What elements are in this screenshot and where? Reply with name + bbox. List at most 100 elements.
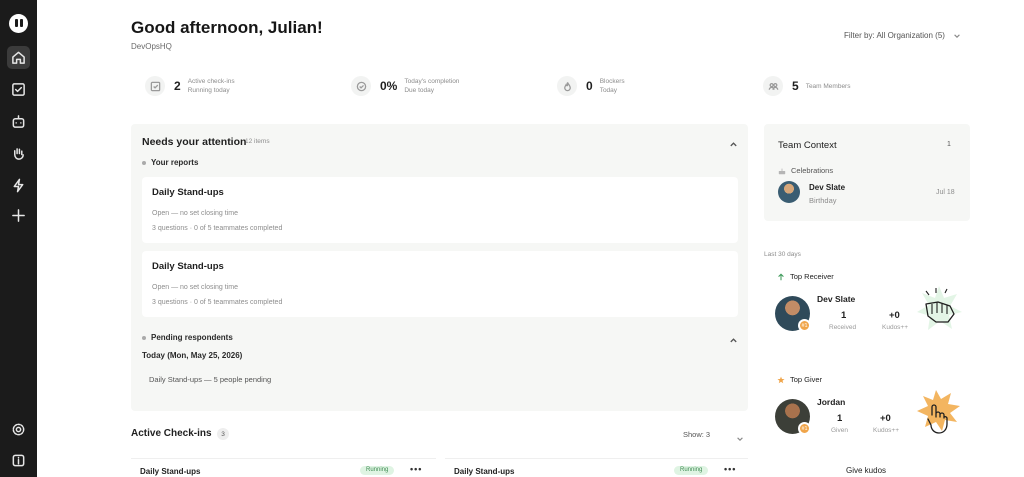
given-label: Given [831, 427, 848, 434]
receiver-name: Dev Slate [817, 294, 856, 304]
more-options-button[interactable]: ••• [724, 464, 736, 474]
team-context-title: Team Context [778, 140, 837, 151]
report-title: Daily Stand-ups [152, 261, 224, 272]
chevron-up-icon [730, 142, 737, 147]
sidebar [0, 0, 37, 477]
checkbox-icon [12, 83, 25, 96]
receiver-kudos-label: Kudos++ [882, 324, 909, 331]
top-giver-heading: Top Giver [777, 375, 822, 384]
stat-sublabel: Today [599, 87, 618, 94]
your-reports-label: Your reports [151, 158, 199, 167]
giver-name: Jordan [817, 397, 846, 407]
collapse-attention-button[interactable] [729, 136, 738, 147]
received-count: 1 [841, 310, 847, 321]
attention-title: Needs your attention [142, 136, 247, 148]
giver-kudos-count: +0 [880, 413, 891, 424]
report-status: Open — no set closing time [152, 284, 238, 291]
your-reports-heading: Your reports [142, 158, 198, 167]
checkin-title: Daily Stand-ups [454, 467, 515, 476]
chevron-down-icon [954, 33, 960, 38]
filter-label: Filter by: All Organization (5) [844, 31, 945, 40]
bullet-dot [142, 335, 146, 340]
needs-attention-panel: Needs your attention 12 items Your repor… [131, 124, 748, 411]
sidebar-item-bots[interactable] [7, 110, 30, 133]
report-meta: 3 questions · 0 of 5 teammates completed [152, 225, 283, 232]
stat-team-members: 5 Team Members [763, 75, 850, 97]
pending-respondents-heading: Pending respondents [142, 333, 233, 342]
status-badge: Running [360, 466, 395, 475]
collapse-pending-button[interactable] [729, 332, 738, 343]
giver-kudos-label: Kudos++ [873, 427, 900, 434]
celebration-name: Dev Slate [809, 183, 846, 192]
celebration-date: Jul 18 [936, 189, 955, 196]
top-giver-label: Top Giver [790, 375, 823, 384]
stat-sublabel: Running today [187, 87, 230, 94]
pending-day: Today (Mon, May 25, 2026) [142, 351, 243, 360]
sidebar-item-settings[interactable] [7, 418, 30, 441]
sidebar-item-info[interactable] [7, 449, 30, 472]
sidebar-item-checkins[interactable] [7, 78, 30, 101]
pointing-hand-icon [917, 390, 960, 434]
high-five-icon [917, 286, 962, 330]
organization-name: DevOpsHQ [131, 42, 172, 51]
organization-filter[interactable]: Filter by: All Organization (5) [844, 31, 961, 40]
top-giver-card: Top Giver #1 Jordan 1 Given +0 Kudos++ [764, 365, 970, 457]
give-kudos-button[interactable]: Give kudos [846, 466, 886, 475]
pending-respondents-label: Pending respondents [151, 333, 233, 342]
more-options-button[interactable]: ••• [410, 464, 422, 474]
receiver-kudos-count: +0 [889, 310, 900, 321]
stat-completion: 0% Today's completion Due today [351, 75, 459, 97]
stat-sublabel: Due today [404, 87, 434, 94]
celebrations-label: Celebrations [791, 166, 834, 175]
gear-icon [12, 423, 25, 436]
report-status: Open — no set closing time [152, 210, 238, 217]
active-checkins-count: 3 [217, 428, 229, 440]
check-circle-icon [351, 76, 371, 96]
plus-icon [12, 209, 25, 222]
show-dropdown[interactable] [736, 430, 744, 448]
report-card[interactable]: Daily Stand-ups Open — no set closing ti… [142, 177, 738, 243]
users-icon [763, 76, 783, 96]
stat-value: 0 [586, 79, 593, 93]
stat-blockers: 0 Blockers Today [557, 75, 625, 97]
info-icon [12, 454, 25, 467]
pending-item[interactable]: Daily Stand-ups — 5 people pending [149, 375, 271, 384]
report-title: Daily Stand-ups [152, 187, 224, 198]
sidebar-item-add[interactable] [7, 204, 30, 227]
top-receiver-label: Top Receiver [790, 272, 834, 281]
stat-label: Blockers [599, 78, 625, 85]
active-checkins-title: Active Check-ins [131, 428, 212, 439]
rank-badge: #1 [798, 319, 811, 332]
show-select[interactable]: Show: 3 [683, 430, 710, 439]
robot-icon [12, 115, 25, 128]
stat-value: 2 [174, 79, 181, 93]
stat-label: Today's completion [404, 78, 460, 85]
page-title: Good afternoon, Julian! [131, 18, 323, 37]
team-context-panel: Team Context 1 Celebrations Dev Slate Bi… [764, 124, 970, 221]
celebration-type: Birthday [809, 196, 837, 205]
sidebar-item-automations[interactable] [7, 174, 30, 197]
report-card[interactable]: Daily Stand-ups Open — no set closing ti… [142, 251, 738, 317]
stat-value: 5 [792, 79, 799, 93]
stat-active-checkins: 2 Active check-ins Running today [145, 75, 235, 97]
checkin-card[interactable]: Daily Stand-ups Running ••• [131, 458, 436, 477]
chevron-down-icon [737, 437, 743, 441]
rank-badge: #1 [798, 422, 811, 435]
sidebar-item-home[interactable] [7, 46, 30, 69]
top-receiver-card: Top Receiver #1 Dev Slate 1 Received +0 … [764, 262, 970, 354]
sidebar-item-kudos[interactable] [7, 142, 30, 165]
report-meta: 3 questions · 0 of 5 teammates completed [152, 299, 283, 306]
chevron-up-icon [730, 338, 737, 343]
attention-count: 12 items [245, 138, 270, 145]
checkin-title: Daily Stand-ups [140, 467, 201, 476]
celebrations-heading: Celebrations [778, 166, 833, 175]
arrow-up-icon [778, 272, 784, 280]
checkin-card[interactable]: Daily Stand-ups Running ••• [445, 458, 748, 477]
top-receiver-heading: Top Receiver [777, 272, 834, 281]
team-context-count: 1 [947, 141, 951, 148]
logo-icon[interactable] [9, 14, 28, 33]
status-badge: Running [674, 466, 709, 475]
lightning-icon [13, 178, 24, 193]
cake-icon [778, 168, 786, 174]
star-icon [777, 376, 785, 383]
